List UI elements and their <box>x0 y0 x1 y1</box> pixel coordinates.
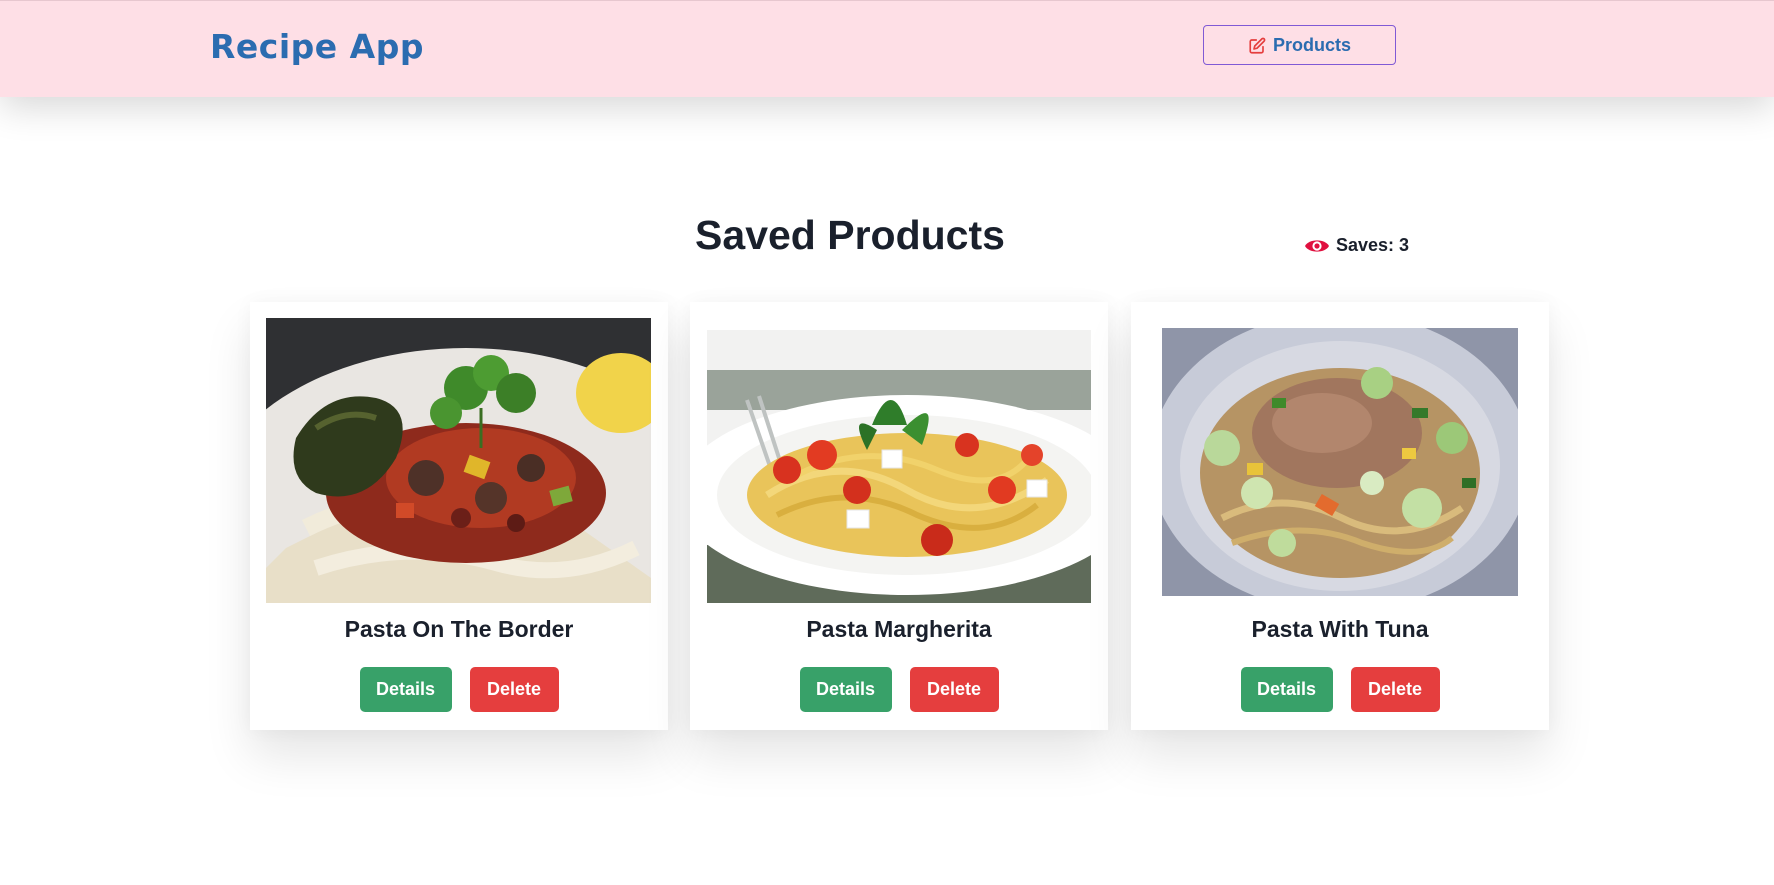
saves-counter: Saves: 3 <box>1304 235 1409 256</box>
product-image <box>707 330 1091 603</box>
product-image <box>1162 328 1518 596</box>
product-card: Pasta On The Border Details Delete <box>250 302 668 730</box>
product-title: Pasta On The Border <box>344 616 574 642</box>
app-logo-title[interactable]: Recipe App <box>210 27 424 66</box>
eye-icon <box>1305 239 1329 252</box>
edit-icon <box>1249 37 1266 54</box>
delete-button[interactable]: Delete <box>1350 667 1440 712</box>
details-button[interactable]: Details <box>359 667 452 712</box>
product-title: Pasta Margherita <box>806 616 992 642</box>
delete-button[interactable]: Delete <box>469 667 559 712</box>
details-button[interactable]: Details <box>1240 667 1333 712</box>
details-button[interactable]: Details <box>799 667 892 712</box>
saves-count-label: Saves: 3 <box>1336 235 1410 255</box>
product-image <box>266 318 651 603</box>
product-card: Pasta With Tuna Details Delete <box>1131 302 1549 730</box>
delete-button[interactable]: Delete <box>909 667 999 712</box>
page-title: Saved Products <box>695 212 1005 258</box>
card-actions: Details Delete <box>690 667 1108 712</box>
product-card: Pasta Margherita Details Delete <box>690 302 1108 730</box>
card-actions: Details Delete <box>1131 667 1549 712</box>
products-nav-label: Products <box>1272 34 1351 55</box>
products-nav-button[interactable]: Products <box>1203 25 1396 65</box>
product-title: Pasta With Tuna <box>1251 616 1429 642</box>
top-navbar: Recipe App Products <box>0 0 1774 97</box>
card-actions: Details Delete <box>250 667 668 712</box>
